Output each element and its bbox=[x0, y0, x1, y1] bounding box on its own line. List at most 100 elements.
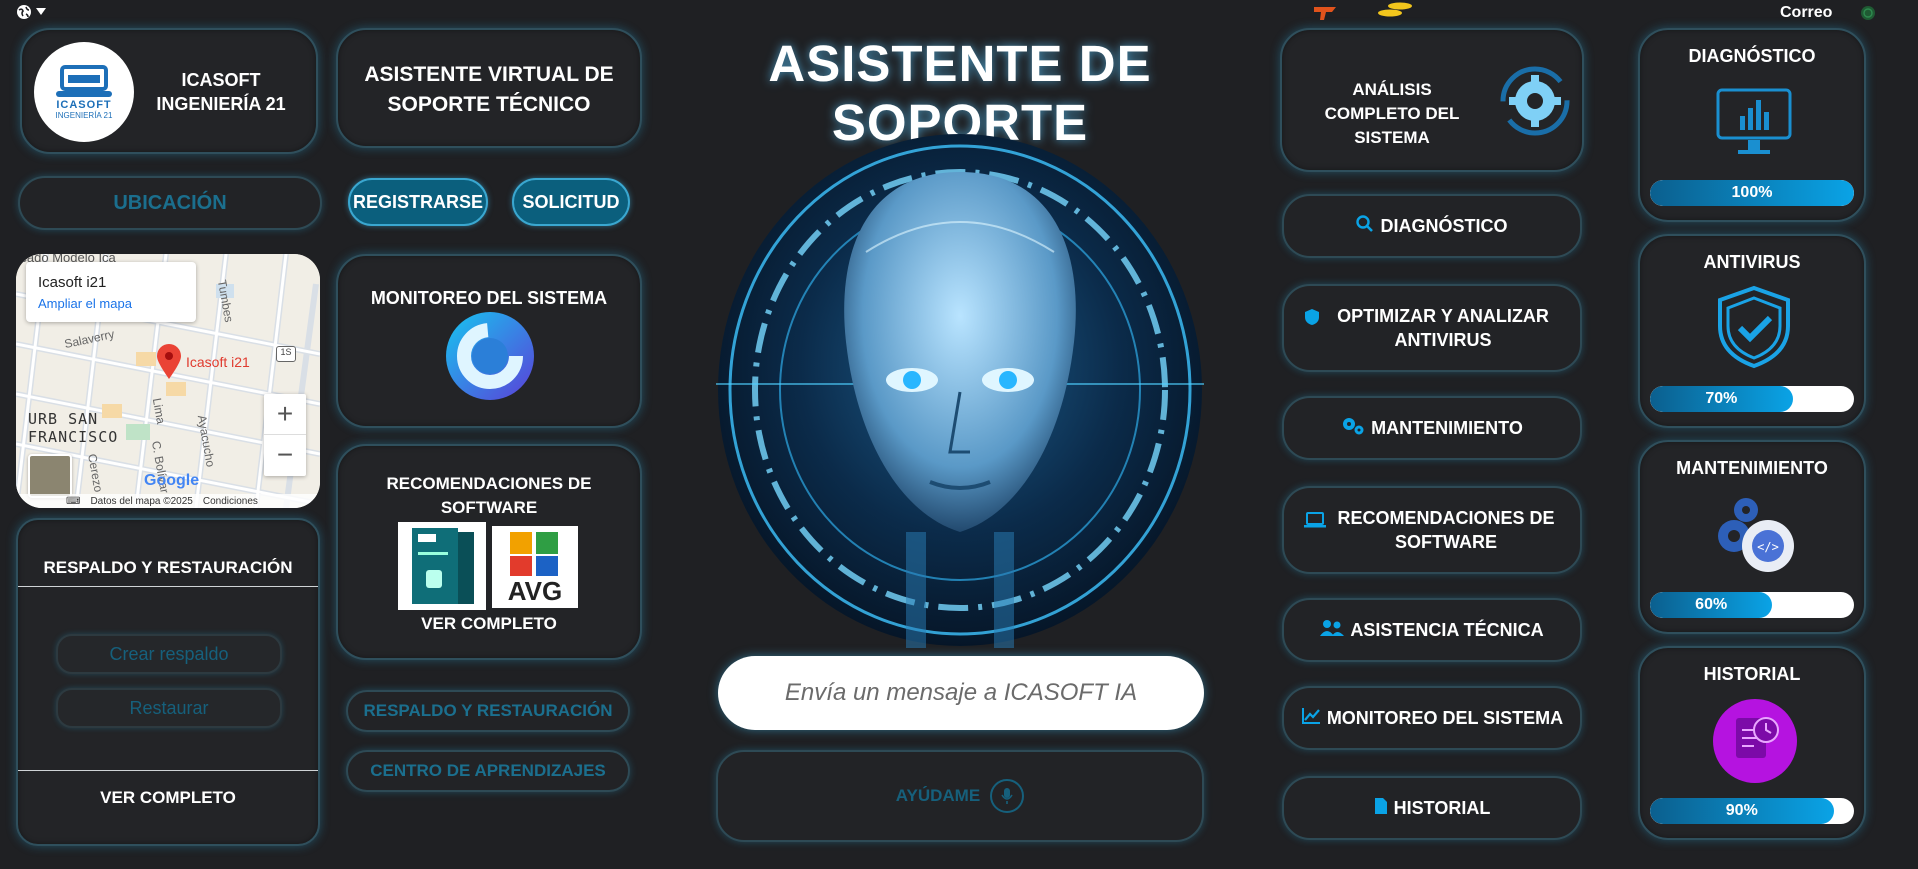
learning-center-link[interactable]: CENTRO DE APRENDIZAJES bbox=[346, 750, 630, 792]
search-icon bbox=[1356, 214, 1374, 238]
logo-subtext: INGENIERÍA 21 bbox=[55, 110, 113, 120]
help-button-label: AYÚDAME bbox=[895, 786, 981, 805]
software-see-all-link[interactable]: VER COMPLETO bbox=[338, 614, 640, 634]
map-terms-link[interactable]: Condiciones bbox=[203, 496, 258, 507]
menu-item-label: HISTORIAL bbox=[1393, 797, 1491, 818]
keyboard-icon[interactable]: ⌨ bbox=[66, 496, 80, 507]
history-document-icon bbox=[1712, 698, 1798, 789]
progress-fill: 70% bbox=[1650, 386, 1793, 412]
backup-restore-link[interactable]: RESPALDO Y RESTAURACIÓN bbox=[346, 690, 630, 732]
menu-item-label: OPTIMIZAR Y ANALIZAR ANTIVIRUS bbox=[1337, 306, 1549, 350]
menu-system-monitor[interactable]: MONITOREO DEL SISTEMA bbox=[1282, 686, 1582, 750]
divider bbox=[18, 770, 318, 771]
virtual-assistant-title: ASISTENTE VIRTUAL DE SOPORTE TÉCNICO bbox=[364, 63, 614, 116]
status-panel-history[interactable]: HISTORIAL 90% bbox=[1638, 646, 1866, 840]
menu-history[interactable]: HISTORIAL bbox=[1282, 776, 1582, 840]
progress-bar: 60% bbox=[1650, 592, 1854, 618]
logo-text: ICASOFT bbox=[56, 98, 112, 111]
chat-input-placeholder: Envía un mensaje a ICASOFT IA bbox=[784, 679, 1138, 706]
menu-item-label: DIAGNÓSTICO bbox=[1380, 215, 1508, 236]
backup-card: RESPALDO Y RESTAURACIÓN Crear respaldo R… bbox=[16, 518, 320, 846]
laptop-logo-icon bbox=[56, 64, 112, 97]
map-data-attribution: Datos del mapa ©2025 bbox=[90, 495, 193, 507]
email-link[interactable]: Correo bbox=[1780, 4, 1832, 22]
brand-logo: ICASOFT INGENIERÍA 21 bbox=[34, 42, 134, 142]
language-selector[interactable] bbox=[16, 4, 46, 20]
toolbar-yellow-icon[interactable] bbox=[1372, 2, 1414, 18]
monitor-card-title: MONITOREO DEL SISTEMA bbox=[370, 288, 608, 308]
analysis-title: ANÁLISIS COMPLETO DEL SISTEMA bbox=[1324, 80, 1460, 147]
settings-gears-icon: </> bbox=[1708, 492, 1802, 583]
toolbar-red-icon[interactable] bbox=[1312, 4, 1338, 22]
map-place-card: Icasoft i21 Ampliar el mapa bbox=[26, 262, 196, 322]
location-button[interactable]: UBICACIÓN bbox=[18, 176, 322, 230]
status-panel-maintenance[interactable]: MANTENIMIENTO </> 60% bbox=[1638, 440, 1866, 634]
zoom-in-icon[interactable]: + bbox=[264, 394, 306, 435]
shield-icon bbox=[1304, 308, 1320, 331]
map-road-badge: 1S bbox=[276, 346, 296, 362]
progress-bar: 70% bbox=[1650, 386, 1854, 412]
map-satellite-toggle[interactable] bbox=[28, 454, 72, 498]
gear-refresh-icon bbox=[1500, 66, 1570, 141]
progress-bar: 90% bbox=[1650, 798, 1854, 824]
divider bbox=[18, 586, 318, 587]
menu-item-label: MONITOREO DEL SISTEMA bbox=[1326, 707, 1564, 728]
map-footer: ⌨ Datos del mapa ©2025 Condiciones bbox=[16, 494, 320, 508]
analysis-card[interactable]: ANÁLISIS COMPLETO DEL SISTEMA bbox=[1280, 28, 1584, 172]
create-backup-button[interactable]: Crear respaldo bbox=[56, 634, 282, 674]
status-panel-title: HISTORIAL bbox=[1703, 664, 1801, 684]
menu-item-label: ASISTENCIA TÉCNICA bbox=[1350, 619, 1544, 640]
laptop-icon bbox=[1304, 512, 1326, 533]
avg-product-image: AVG bbox=[492, 526, 578, 608]
status-panel-title: DIAGNÓSTICO bbox=[1688, 46, 1816, 66]
menu-diagnostic[interactable]: DIAGNÓSTICO bbox=[1282, 194, 1582, 258]
status-panel-title: MANTENIMIENTO bbox=[1676, 458, 1828, 478]
request-button[interactable]: SOLICITUD bbox=[512, 178, 630, 226]
globe-icon bbox=[17, 5, 31, 19]
backup-see-all-link[interactable]: VER COMPLETO bbox=[18, 788, 318, 808]
menu-maintenance[interactable]: MANTENIMIENTO bbox=[1282, 396, 1582, 460]
map-embed[interactable]: Mercado Modelo Ica Icasoft i21 Ampliar e… bbox=[16, 254, 320, 508]
map-zoom-controls: + − bbox=[264, 394, 306, 476]
help-button[interactable]: AYÚDAME bbox=[716, 750, 1204, 842]
gears-icon bbox=[1341, 416, 1365, 441]
progress-fill: 90% bbox=[1650, 798, 1834, 824]
avg-logo-text: AVG bbox=[507, 576, 563, 606]
status-panel-antivirus[interactable]: ANTIVIRUS 70% bbox=[1638, 234, 1866, 428]
monitor-card[interactable]: MONITOREO DEL SISTEMA bbox=[336, 254, 642, 428]
progress-fill: 100% bbox=[1650, 180, 1854, 206]
whatsapp-icon[interactable] bbox=[1860, 5, 1876, 26]
chat-input[interactable]: Envía un mensaje a ICASOFT IA bbox=[718, 656, 1204, 730]
ai-face-image bbox=[716, 132, 1204, 648]
menu-technical-support[interactable]: ASISTENCIA TÉCNICA bbox=[1282, 598, 1582, 662]
zoom-out-icon[interactable]: − bbox=[264, 435, 306, 475]
google-logo: Google bbox=[144, 472, 200, 489]
monitor-chart-icon bbox=[1712, 82, 1796, 163]
file-icon bbox=[1374, 797, 1388, 820]
progress-bar: 100% bbox=[1650, 180, 1854, 206]
donut-chart-icon bbox=[444, 310, 536, 407]
menu-antivirus[interactable]: OPTIMIZAR Y ANALIZAR ANTIVIRUS bbox=[1282, 284, 1582, 372]
menu-item-label: MANTENIMIENTO bbox=[1371, 417, 1523, 438]
register-button[interactable]: REGISTRARSE bbox=[348, 178, 488, 226]
map-pin-icon[interactable] bbox=[156, 344, 182, 385]
menu-software[interactable]: RECOMENDACIONES DE SOFTWARE bbox=[1282, 486, 1582, 574]
restore-button[interactable]: Restaurar bbox=[56, 688, 282, 728]
shield-check-icon bbox=[1716, 284, 1792, 375]
menu-item-label: RECOMENDACIONES DE SOFTWARE bbox=[1337, 508, 1555, 552]
caret-down-icon bbox=[36, 8, 46, 15]
brand-card: ICASOFT INGENIERÍA 21 ICASOFT INGENIERÍA… bbox=[20, 28, 318, 154]
backup-card-title: RESPALDO Y RESTAURACIÓN bbox=[43, 558, 293, 577]
map-pin-label: Icasoft i21 bbox=[186, 354, 250, 370]
virtual-assistant-card: ASISTENTE VIRTUAL DE SOPORTE TÉCNICO bbox=[336, 28, 642, 148]
microphone-icon bbox=[990, 779, 1025, 813]
map-enlarge-link[interactable]: Ampliar el mapa bbox=[38, 296, 132, 311]
users-icon bbox=[1320, 619, 1345, 642]
software-card[interactable]: RECOMENDACIONES DE SOFTWARE AVG VER COMP… bbox=[336, 444, 642, 660]
status-panel-diagnostic[interactable]: DIAGNÓSTICO 100% bbox=[1638, 28, 1866, 222]
software-card-title: RECOMENDACIONES DE SOFTWARE bbox=[386, 474, 592, 517]
status-panel-title: ANTIVIRUS bbox=[1703, 252, 1801, 272]
svg-text:</>: </> bbox=[1757, 540, 1779, 554]
map-place-name: Icasoft i21 bbox=[38, 274, 107, 291]
chart-icon bbox=[1301, 707, 1321, 730]
